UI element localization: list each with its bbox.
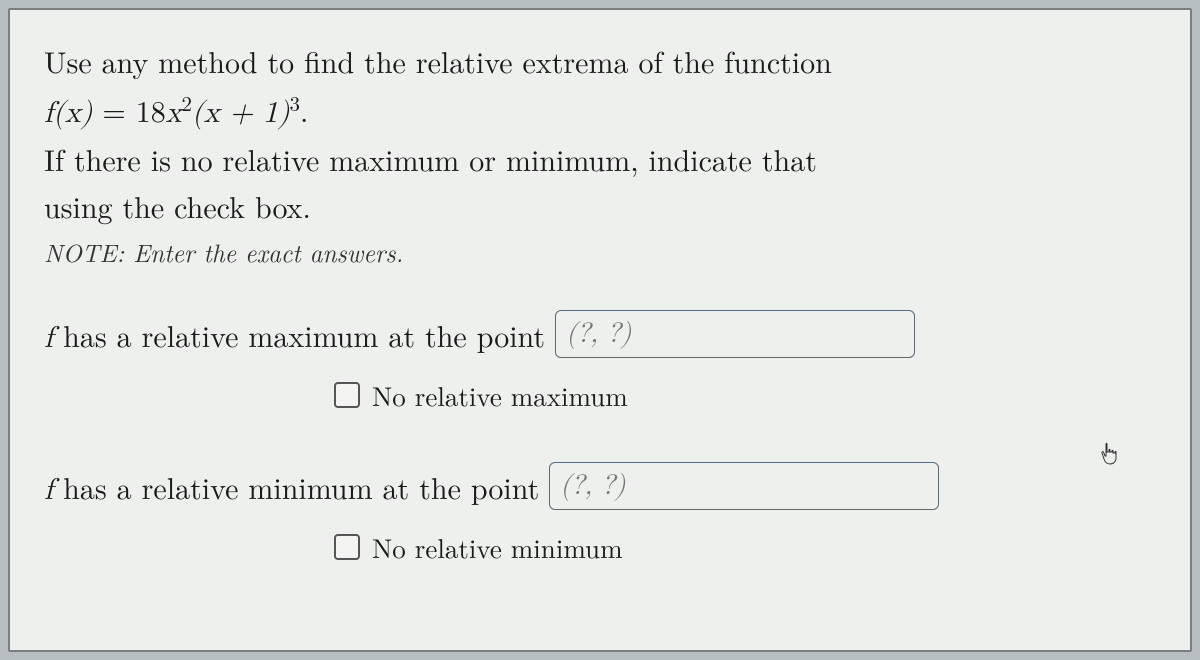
max-answer-row: f has a relative maximum at the point [44,310,1156,358]
f-italic-min: f [44,475,53,505]
note-line: NOTE: Enter the exact answers. [44,235,1156,270]
min-point-input[interactable] [549,462,939,510]
min-answer-row: f has a relative minimum at the point [44,462,1156,510]
coefficient: 18 [136,88,166,131]
no-max-row: No relative maximum [334,376,1156,414]
note-text: Enter the exact answers. [124,235,403,270]
min-label-text: has a relative minimum at the point [53,465,539,508]
no-max-checkbox[interactable] [334,382,360,408]
period: . [300,88,308,131]
problem-function-line: f(x) = 18x2(x + 1)3. [44,87,1156,137]
no-max-label: No relative maximum [372,376,628,414]
variable-x: x [166,98,182,128]
question-panel: Use any method to find the relative extr… [8,8,1192,652]
exponent-3: 3 [290,88,301,118]
problem-statement: Use any method to find the relative extr… [44,38,1156,229]
max-label-text: has a relative maximum at the point [53,313,545,356]
no-min-label: No relative minimum [372,528,623,566]
no-min-checkbox[interactable] [334,534,360,560]
no-min-row: No relative minimum [334,528,1156,566]
exponent-2: 2 [182,88,193,118]
equals-sign: = [92,88,135,131]
f-italic-max: f [44,323,53,353]
answer-block-min: f has a relative minimum at the point No… [44,462,1156,566]
problem-line-1: Use any method to find the relative extr… [44,38,1156,85]
paren-term: (x + 1) [192,98,289,128]
note-prefix: NOTE: [44,235,124,270]
problem-line-3: If there is no relative maximum or minim… [44,136,1156,183]
function-lhs: f(x) [44,98,92,128]
max-point-input[interactable] [555,310,915,358]
problem-line-4: using the check box. [44,183,1156,230]
answer-block-max: f has a relative maximum at the point No… [44,310,1156,414]
